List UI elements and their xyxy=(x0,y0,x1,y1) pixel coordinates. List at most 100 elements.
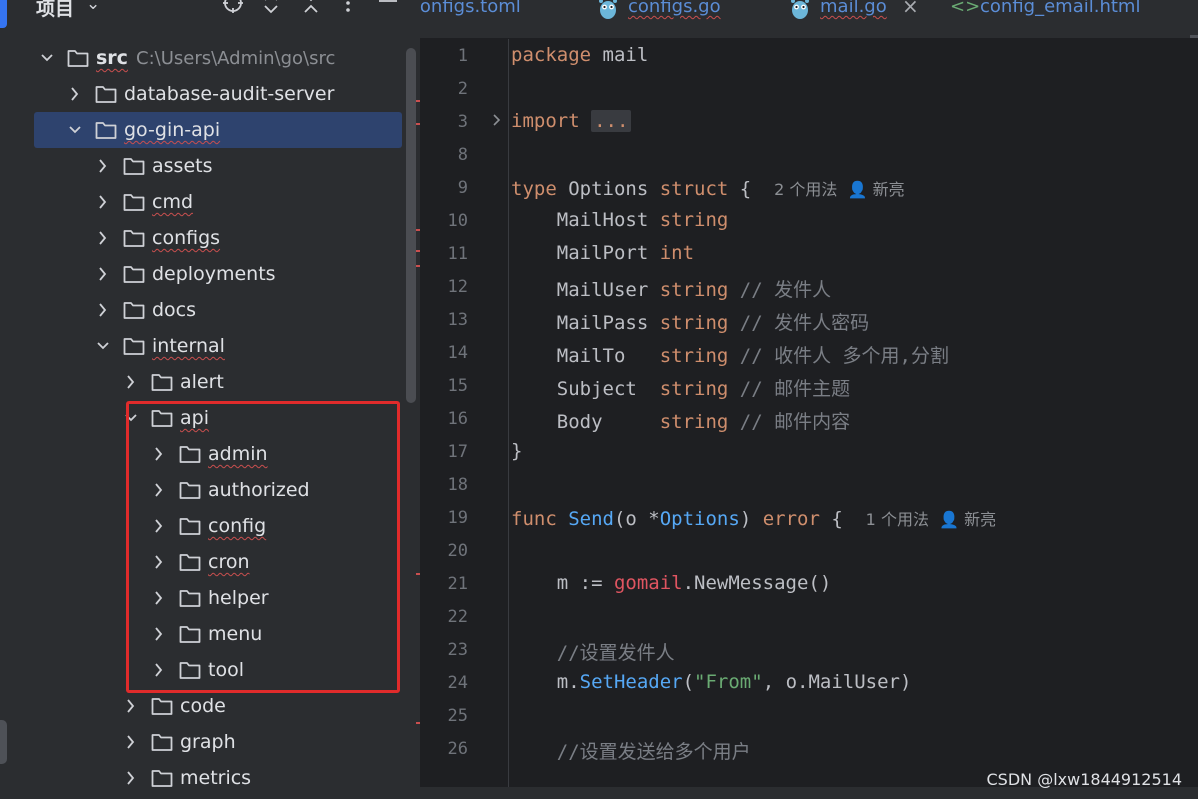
line-number: 9 xyxy=(457,178,468,198)
code-token: string xyxy=(659,411,729,433)
code-token: m := xyxy=(511,572,614,594)
tree-item[interactable]: src C:\Users\Admin\go\src xyxy=(18,40,404,76)
tree-item[interactable]: docs xyxy=(18,292,404,328)
project-panel-title[interactable]: 项目 xyxy=(36,0,74,21)
tree-item[interactable]: metrics xyxy=(18,760,404,787)
tree-item[interactable]: graph xyxy=(18,724,404,760)
code-token: ( xyxy=(682,671,695,693)
code-line: //设置发送给多个用户 xyxy=(511,737,751,764)
chevron-right-icon[interactable] xyxy=(68,86,82,102)
code-line: MailHost string xyxy=(511,209,729,231)
line-number: 21 xyxy=(447,574,468,594)
tree-item[interactable]: alert xyxy=(18,364,404,400)
tree-item-label: cmd xyxy=(152,191,194,213)
usage-hint[interactable]: 2 个用法 xyxy=(774,180,847,199)
code-token: MailTo xyxy=(511,345,660,367)
tree-item-label: configs xyxy=(152,227,221,249)
folder-icon xyxy=(123,336,145,356)
minimize-icon[interactable] xyxy=(378,0,398,20)
line-number: 23 xyxy=(447,640,468,660)
tab-label: configs.toml xyxy=(420,0,521,17)
chevron-right-icon[interactable] xyxy=(96,158,110,174)
collapse-all-icon[interactable] xyxy=(302,0,320,20)
tree-item[interactable]: internal xyxy=(18,328,404,364)
more-icon[interactable] xyxy=(344,0,352,20)
code-token: string xyxy=(659,279,729,301)
folder-icon xyxy=(95,84,117,104)
code-token: package xyxy=(511,44,603,66)
expand-all-icon[interactable] xyxy=(262,0,280,20)
project-panel: 项目 ⌄ src C:\Users\Admin\go\src database-au… xyxy=(18,0,420,787)
tree-item-label: database-audit-server xyxy=(124,83,335,105)
code-token: mail xyxy=(602,44,649,66)
code-token: Options xyxy=(568,178,660,200)
line-number-gutter: 1 2 3 8 9 10 11 12 13 14 15 16 17 18 19 20 21 22 23 24 25 26 xyxy=(420,39,510,787)
gutter-divider xyxy=(508,39,509,787)
line-number: 2 xyxy=(457,79,468,99)
code-line: } xyxy=(511,440,522,462)
chevron-right-icon[interactable] xyxy=(124,374,138,390)
tree-item[interactable]: deployments xyxy=(18,256,404,292)
code-token: string xyxy=(659,345,729,367)
line-number: 12 xyxy=(447,277,468,297)
chevron-down-icon[interactable] xyxy=(68,122,82,138)
code-line: import ... xyxy=(511,110,632,132)
chevron-right-icon[interactable] xyxy=(96,302,110,318)
tree-item[interactable]: code xyxy=(18,688,404,724)
tree-item[interactable]: database-audit-server xyxy=(18,76,404,112)
fold-chevron-icon[interactable] xyxy=(492,112,502,132)
chevron-down-icon[interactable] xyxy=(40,50,54,66)
code-token: MailHost xyxy=(511,209,660,231)
code-token: // 邮件主题 xyxy=(728,378,851,400)
usage-hint[interactable]: 👤 新亮 xyxy=(848,180,905,199)
tree-item[interactable]: configs xyxy=(18,220,404,256)
chevron-right-icon[interactable] xyxy=(96,194,110,210)
tree-item[interactable]: cmd xyxy=(18,184,404,220)
usage-hint[interactable]: 👤 新亮 xyxy=(939,510,996,529)
tree-scrollbar[interactable] xyxy=(406,48,416,403)
line-number: 18 xyxy=(447,475,468,495)
code-token[interactable]: ... xyxy=(591,110,632,132)
chevron-right-icon[interactable] xyxy=(96,266,110,282)
chevron-right-icon[interactable] xyxy=(124,770,138,786)
chevron-right-icon[interactable] xyxy=(124,734,138,750)
project-tool-button[interactable] xyxy=(0,0,7,28)
tree-item[interactable]: assets xyxy=(18,148,404,184)
bottom-tool-button[interactable] xyxy=(0,720,7,764)
line-number: 26 xyxy=(447,739,468,759)
code-line: m := gomail.NewMessage() xyxy=(511,572,832,594)
close-tab-icon[interactable]: × xyxy=(902,0,919,18)
chevron-right-icon[interactable] xyxy=(96,230,110,246)
tree-item-label: alert xyxy=(180,371,224,393)
tab-label: mail.go xyxy=(820,0,887,17)
code-token: { xyxy=(728,178,775,200)
chevron-down-icon[interactable]: ⌄ xyxy=(86,0,100,14)
tab-label: configs.go xyxy=(628,0,721,17)
line-number: 19 xyxy=(447,508,468,528)
code-token: string xyxy=(659,312,729,334)
chevron-down-icon[interactable] xyxy=(96,338,110,354)
code-token: //设置发件人 xyxy=(511,642,675,664)
chevron-right-icon[interactable] xyxy=(124,698,138,714)
folder-icon xyxy=(151,732,173,752)
code-token: struct xyxy=(659,178,729,200)
locate-icon[interactable] xyxy=(222,0,244,20)
line-number: 1 xyxy=(457,46,468,66)
code-token: SetHeader xyxy=(579,671,683,693)
code-token: Options xyxy=(659,508,740,530)
code-token: // 发件人 xyxy=(728,279,832,301)
tree-item[interactable]: go-gin-api xyxy=(34,112,402,148)
line-number: 10 xyxy=(447,211,468,231)
code-token: } xyxy=(511,440,523,462)
code-editor[interactable]: 1 2 3 8 9 10 11 12 13 14 15 16 17 18 19 20 21 22 23 24 25 26 … xyxy=(420,39,1198,787)
folder-icon xyxy=(151,372,173,392)
tree-item-label: metrics xyxy=(180,767,252,787)
code-token: string xyxy=(659,378,729,400)
usage-hint[interactable]: 1 个用法 xyxy=(866,510,939,529)
code-token: { xyxy=(819,508,866,530)
folder-icon xyxy=(67,48,89,68)
editor-tab-bar: configs.toml configs.go mail.go × <> config_e… xyxy=(420,0,1198,39)
code-token: string xyxy=(659,209,729,231)
line-number: 17 xyxy=(447,442,468,462)
gopher-icon xyxy=(790,0,810,25)
